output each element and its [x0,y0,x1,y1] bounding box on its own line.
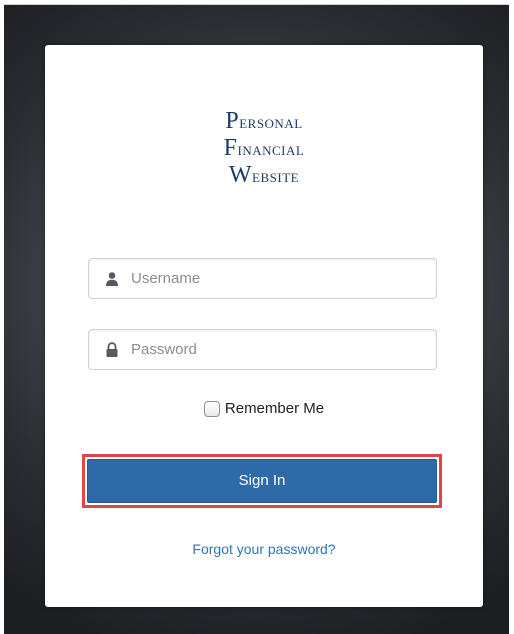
signin-button[interactable]: Sign In [87,459,437,503]
logo-line-1: Personal [225,108,303,134]
remember-me-label[interactable]: Remember Me [225,400,324,417]
username-field[interactable] [88,258,437,299]
lock-icon [106,342,118,357]
site-logo: Personal Financial Website [45,108,483,189]
password-field[interactable] [88,329,437,370]
password-input[interactable] [131,330,421,369]
remember-me-checkbox[interactable] [203,401,220,417]
logo-line-3: Website [228,162,300,188]
forgot-password-link[interactable]: Forgot your password? [45,541,483,557]
login-card: Personal Financial Website Remember Me S… [45,45,483,607]
username-input[interactable] [131,259,421,298]
logo-line-2: Financial [223,135,305,161]
remember-me: Remember Me [45,400,483,417]
user-icon [106,272,118,286]
